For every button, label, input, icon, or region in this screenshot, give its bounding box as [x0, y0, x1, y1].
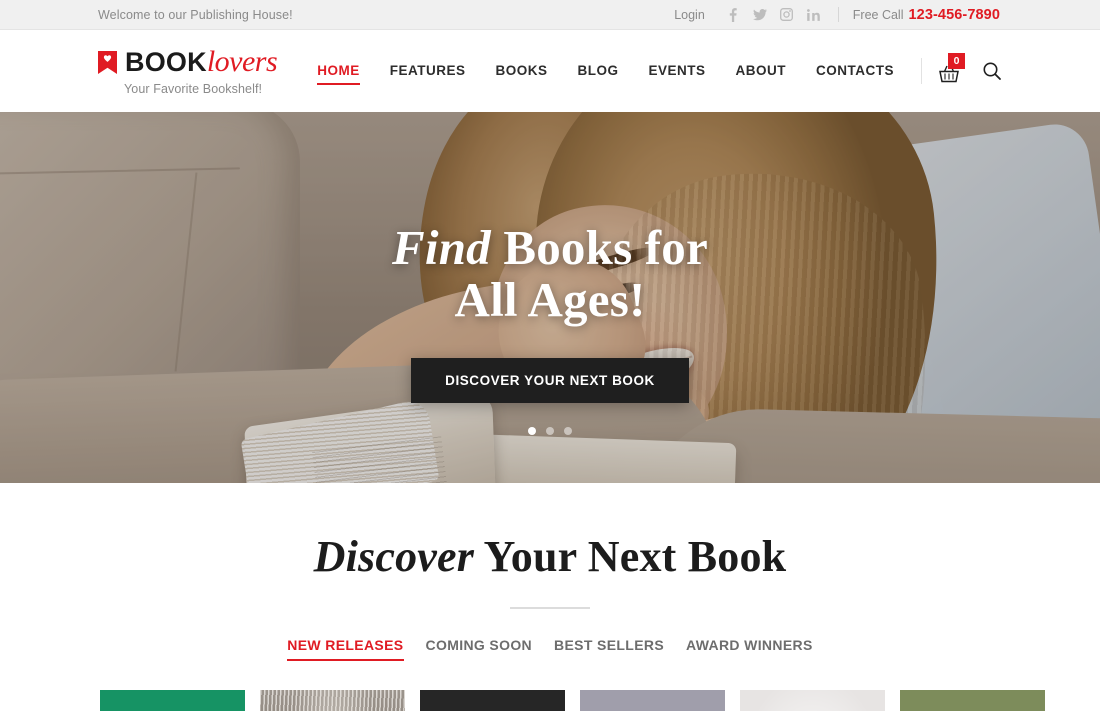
- tab-coming-soon[interactable]: COMING SOON: [415, 637, 544, 661]
- main-navigation: HOME FEATURES BOOKS BLOG EVENTS ABOUT CO…: [302, 53, 1002, 86]
- book-card[interactable]: IT'S JUST A BOOK TEMPLATE | READ THE BOO…: [100, 690, 245, 711]
- slider-dot-3[interactable]: [564, 427, 572, 435]
- book-card[interactable]: IT'S JUST A BOOK TEMPLATE | READ BOOK: [420, 690, 565, 711]
- logo[interactable]: BOOKlovers Your Favorite Bookshelf!: [98, 44, 278, 96]
- section-title-rest: Your Next Book: [474, 532, 787, 581]
- section-title: Discover Your Next Book: [0, 532, 1100, 581]
- book-cover-photo: [260, 690, 405, 711]
- logo-tagline: Your Favorite Bookshelf!: [124, 81, 263, 96]
- welcome-message: Welcome to our Publishing House!: [98, 7, 293, 22]
- nav-item-books[interactable]: BOOKS: [480, 56, 562, 86]
- nav-item-home[interactable]: HOME: [302, 56, 375, 86]
- book-card[interactable]: IT'S JUST A BOOK TEMPLATE | READ BOOK: [740, 690, 885, 711]
- logo-text-italic: lovers: [206, 44, 278, 78]
- logo-text-bold: BOOK: [125, 46, 207, 77]
- book-card[interactable]: IT'S JUST A BOOK TEMPLATE | READ BOOK: [900, 690, 1045, 711]
- top-bar: Welcome to our Publishing House! Login F…: [0, 0, 1100, 30]
- top-bar-right: Login Free Call 123-456-7890: [674, 5, 1000, 25]
- phone-number[interactable]: 123-456-7890: [909, 7, 1001, 23]
- hero-title: Find Books for All Ages!: [392, 222, 708, 326]
- hero-content: Find Books for All Ages! DISCOVER YOUR N…: [0, 112, 1100, 483]
- tab-award-winners[interactable]: AWARD WINNERS: [675, 637, 824, 661]
- book-card-grid: IT'S JUST A BOOK TEMPLATE | READ THE BOO…: [0, 690, 1100, 711]
- instagram-icon[interactable]: [775, 5, 799, 25]
- search-button[interactable]: [982, 61, 1002, 81]
- tab-new-releases[interactable]: NEW RELEASES: [276, 637, 414, 662]
- nav-item-contacts[interactable]: CONTACTS: [801, 56, 909, 86]
- slider-dot-1[interactable]: [528, 427, 536, 435]
- twitter-icon[interactable]: [748, 5, 772, 25]
- login-link[interactable]: Login: [674, 8, 705, 22]
- hero-slider: Find Books for All Ages! DISCOVER YOUR N…: [0, 112, 1100, 483]
- nav-item-blog[interactable]: BLOG: [562, 56, 633, 86]
- bookmark-icon: [98, 50, 117, 74]
- hero-title-line2: All Ages!: [454, 272, 646, 327]
- topbar-divider: [837, 7, 839, 22]
- book-cover-glow: [740, 690, 885, 711]
- slider-dot-2[interactable]: [546, 427, 554, 435]
- cart-button[interactable]: 0: [938, 53, 965, 83]
- hero-title-rest: Books for: [490, 220, 708, 275]
- hero-title-italic: Find: [392, 220, 491, 275]
- slider-dots: [528, 427, 572, 435]
- nav-item-features[interactable]: FEATURES: [375, 56, 481, 86]
- site-header: BOOKlovers Your Favorite Bookshelf! HOME…: [0, 30, 1100, 112]
- nav-divider: [921, 58, 922, 84]
- social-links: [721, 5, 826, 25]
- nav-item-events[interactable]: EVENTS: [633, 56, 720, 86]
- book-card[interactable]: IT'S JUST A BOOK TEMPLATE | READ BOOK: [260, 690, 405, 711]
- tab-best-sellers[interactable]: BEST SELLERS: [543, 637, 675, 661]
- logo-text: BOOKlovers: [125, 44, 278, 78]
- logo-row: BOOKlovers: [98, 44, 278, 78]
- nav-item-about[interactable]: ABOUT: [721, 56, 802, 86]
- linkedin-icon[interactable]: [802, 5, 826, 25]
- facebook-icon[interactable]: [721, 5, 745, 25]
- hero-cta-button[interactable]: DISCOVER YOUR NEXT BOOK: [411, 358, 689, 403]
- cart-count-badge: 0: [948, 53, 965, 69]
- nav-list: HOME FEATURES BOOKS BLOG EVENTS ABOUT CO…: [302, 56, 909, 86]
- discover-section: Discover Your Next Book NEW RELEASES COM…: [0, 483, 1100, 711]
- free-call-label: Free Call: [852, 7, 904, 22]
- page-root: Welcome to our Publishing House! Login F…: [0, 0, 1100, 711]
- section-rule: [510, 607, 590, 610]
- search-icon: [983, 62, 1001, 80]
- section-title-italic: Discover: [313, 532, 475, 581]
- book-card[interactable]: IT'S JUST A BOOK TEMPLATE | READ BOOK: [580, 690, 725, 711]
- book-tabs: NEW RELEASES COMING SOON BEST SELLERS AW…: [0, 637, 1100, 662]
